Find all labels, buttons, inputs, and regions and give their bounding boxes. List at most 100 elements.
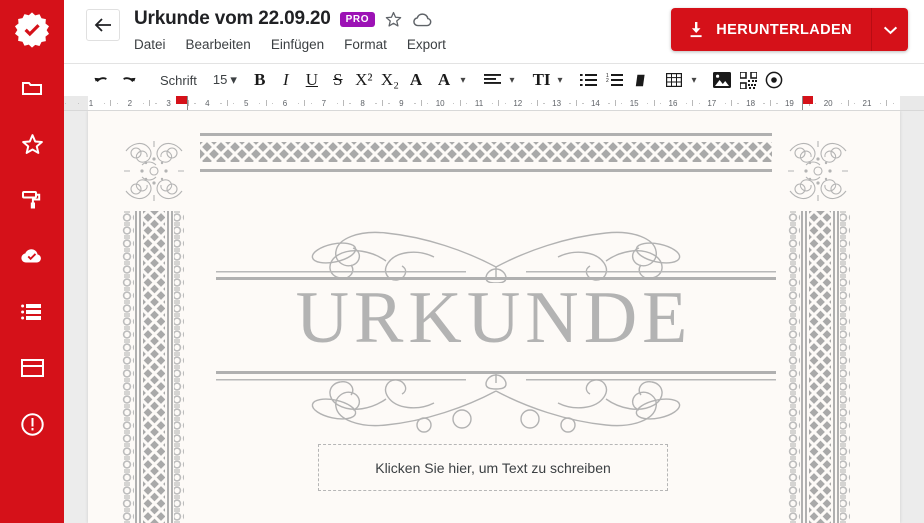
certificate-heading[interactable]: URKUNDE — [88, 279, 900, 357]
align-dropdown[interactable]: ▾ — [505, 65, 519, 95]
table-button[interactable] — [661, 65, 687, 95]
ruler-tick — [382, 100, 383, 106]
back-button[interactable] — [86, 9, 120, 41]
sidebar-item-files[interactable] — [0, 60, 64, 116]
text-color-button[interactable]: A — [403, 65, 429, 95]
sidebar-item-help[interactable] — [0, 396, 64, 452]
cloud-check-icon — [21, 249, 41, 263]
table-dropdown[interactable]: ▾ — [687, 65, 701, 95]
seal-check-icon — [14, 12, 50, 48]
bold-button[interactable]: B — [247, 65, 273, 95]
ruler-tick — [265, 100, 267, 106]
download-button[interactable]: HERUNTERLADEN — [671, 8, 872, 51]
sidebar-item-layout[interactable] — [0, 340, 64, 396]
highlight-color-dropdown[interactable]: ▾ — [455, 65, 471, 95]
ruler-number: 8 — [360, 99, 365, 108]
italic-button[interactable]: I — [273, 65, 299, 95]
redo-button[interactable] — [115, 65, 142, 95]
header-bar: Urkunde vom 22.09.20 PRO Datei Bearbeite… — [64, 0, 924, 64]
side-border-right — [788, 211, 850, 523]
ruler-number: 14 — [590, 99, 600, 108]
superscript-button[interactable]: X² — [351, 65, 377, 95]
ruler-dot — [65, 103, 67, 104]
strikethrough-button[interactable]: S — [325, 65, 351, 95]
insert-image-button[interactable] — [709, 65, 735, 95]
favorite-star-button[interactable] — [384, 10, 403, 29]
menu-item-bearbeiten[interactable]: Bearbeiten — [186, 37, 251, 52]
ruler-dot — [543, 103, 545, 104]
ruler-left-handle[interactable] — [187, 96, 188, 110]
subscript-button[interactable]: X₂ — [377, 65, 403, 95]
ruler-right-handle[interactable] — [802, 96, 803, 110]
ruler-number: 3 — [166, 99, 171, 108]
arrow-left-icon — [94, 18, 111, 32]
align-left-icon — [483, 74, 501, 84]
bullet-list-button[interactable] — [575, 65, 601, 95]
menu-item-datei[interactable]: Datei — [134, 37, 166, 52]
highlight-color-button[interactable]: A — [429, 65, 455, 95]
ruler-dot — [724, 103, 726, 104]
document-page[interactable]: URKUNDE Klicken Sie hier, um Text zu sch… — [88, 111, 900, 523]
ruler-number: 4 — [205, 99, 210, 108]
ruler-tick — [847, 100, 849, 106]
align-button[interactable] — [479, 65, 505, 95]
ruler-dot — [427, 103, 429, 104]
document-canvas[interactable]: URKUNDE Klicken Sie hier, um Text zu sch… — [64, 111, 924, 523]
top-border-ornament — [200, 133, 772, 172]
ruler-tick — [614, 100, 616, 106]
ruler-tick — [692, 100, 694, 106]
chevron-down-icon — [883, 26, 897, 34]
menu-item-einfuegen[interactable]: Einfügen — [271, 37, 324, 52]
sidebar — [0, 0, 64, 523]
ruler-dot — [841, 103, 843, 104]
ruler-dot — [530, 103, 532, 104]
sidebar-item-favorites[interactable] — [0, 116, 64, 172]
text-style-button[interactable]: TI — [527, 65, 553, 95]
underline-button[interactable]: U — [299, 65, 325, 95]
menu-item-export[interactable]: Export — [407, 37, 446, 52]
text-placeholder-box[interactable]: Klicken Sie hier, um Text zu schreiben — [318, 444, 668, 491]
ruler-number: 12 — [513, 99, 523, 108]
sidebar-item-design[interactable] — [0, 172, 64, 228]
ruler-dot — [737, 103, 739, 104]
format-toolbar: Schrift 15 ▾ B I U S X² X₂ A A ▾ ▾ TI ▾ … — [64, 64, 924, 96]
ruler-dot — [155, 103, 157, 104]
ruler-number: 6 — [282, 99, 288, 108]
menu-item-format[interactable]: Format — [344, 37, 387, 52]
ruler-page-area — [88, 96, 900, 110]
ruler-left-margin-marker[interactable] — [176, 96, 187, 104]
paint-roller-icon — [22, 191, 41, 209]
ruler-tick — [537, 100, 539, 106]
svg-text:2: 2 — [606, 78, 609, 84]
ruler-dot — [142, 103, 144, 104]
font-family-selector[interactable]: Schrift — [150, 73, 207, 88]
star-icon — [21, 133, 43, 154]
image-icon — [713, 72, 732, 88]
insert-shape-button[interactable] — [761, 65, 787, 95]
ruler-dot — [466, 103, 468, 104]
bullet-list-icon — [579, 74, 597, 86]
numbered-list-button[interactable]: 1 2 — [601, 65, 627, 95]
clear-format-button[interactable] — [627, 65, 653, 95]
app-logo[interactable] — [0, 0, 64, 60]
ruler[interactable]: 1 2 3 4 5 6 7 8 9 10 11 12 13 14 15 16 17 18 19 20 21 — [64, 96, 924, 111]
ruler-dot — [492, 103, 494, 104]
cloud-save-button[interactable] — [412, 10, 434, 29]
download-label: HERUNTERLADEN — [716, 21, 852, 38]
ruler-right-margin-marker[interactable] — [802, 96, 813, 104]
download-dropdown-button[interactable] — [872, 8, 908, 51]
undo-button[interactable] — [88, 65, 115, 95]
sidebar-item-list[interactable] — [0, 284, 64, 340]
ruler-number: 15 — [629, 99, 639, 108]
ruler-dot — [892, 103, 894, 104]
ruler-dot — [272, 103, 274, 104]
sidebar-item-saved[interactable] — [0, 228, 64, 284]
ruler-dot — [388, 103, 390, 104]
app-root: Urkunde vom 22.09.20 PRO Datei Bearbeite… — [0, 0, 924, 523]
star-outline-icon — [385, 11, 402, 27]
text-style-dropdown[interactable]: ▾ — [553, 65, 567, 95]
text-placeholder-label: Klicken Sie hier, um Text zu schreiben — [375, 459, 611, 476]
insert-qr-button[interactable] — [735, 65, 761, 95]
undo-icon — [94, 76, 107, 82]
font-size-selector[interactable]: 15 ▾ — [207, 72, 239, 88]
